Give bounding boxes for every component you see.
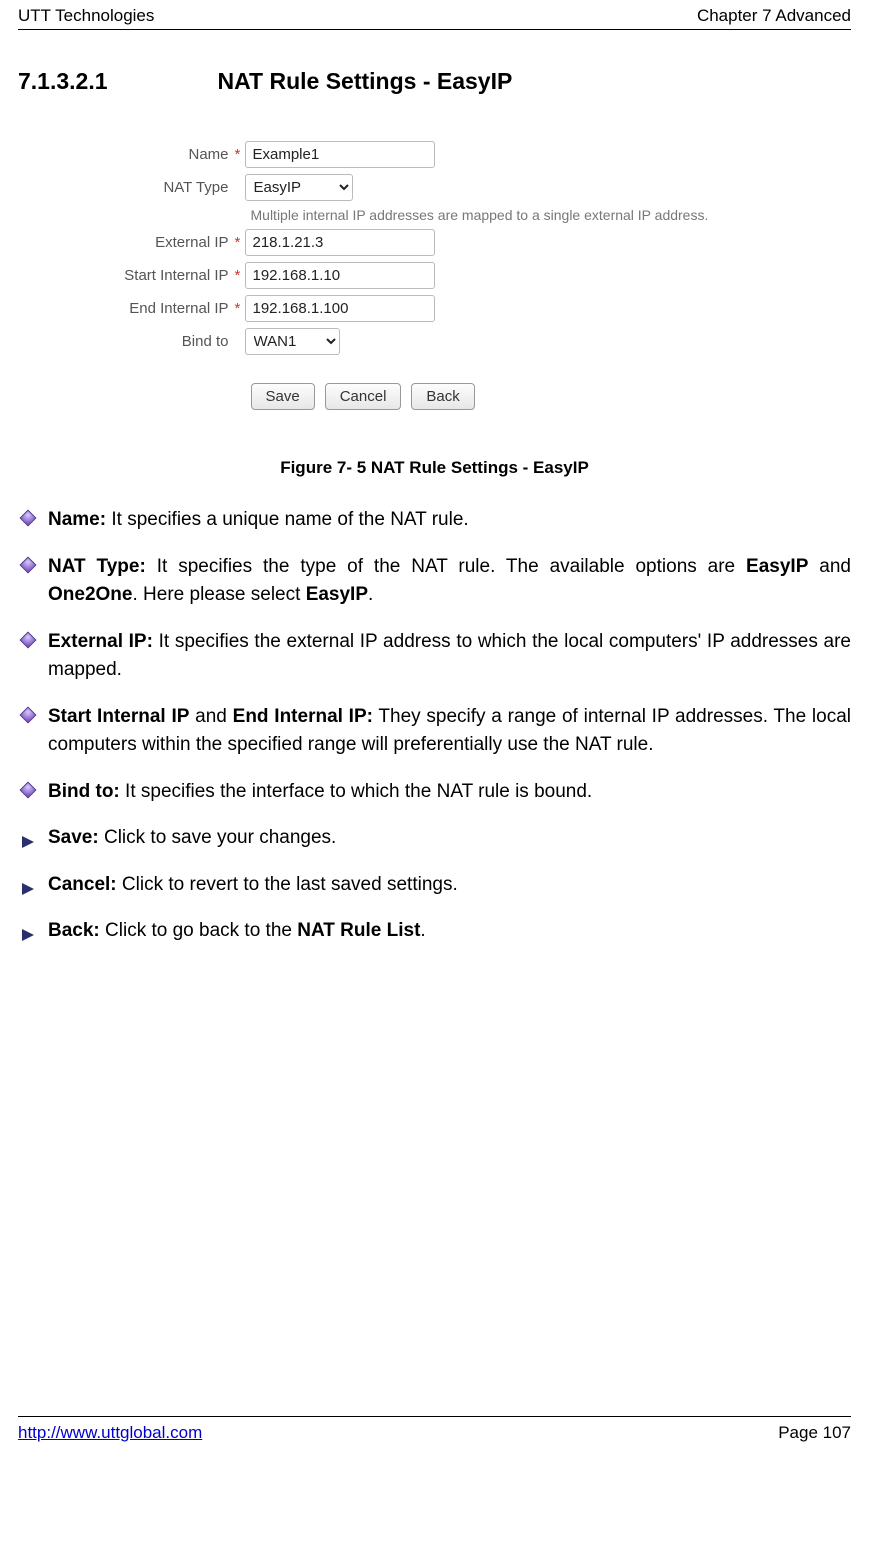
bullet-term: Back: [48,920,100,941]
list-item: Bind to: It specifies the interface to w… [22,778,851,807]
required-icon: * [235,267,245,284]
bullet-term: NAT Type: [48,556,146,577]
external-ip-input[interactable] [245,229,435,256]
bullet-text: Click to revert to the last saved settin… [117,874,458,895]
bullet-term: Cancel: [48,874,117,895]
required-icon: * [235,300,245,317]
bullet-text: It specifies the interface to which the … [120,781,592,802]
list-item: External IP: It specifies the external I… [22,628,851,685]
bullet-term: Save: [48,827,99,848]
section-number: 7.1.3.2.1 [18,68,108,95]
list-item: Name: It specifies a unique name of the … [22,506,851,535]
bullet-text: and [189,706,232,727]
bullet-text: It specifies a unique name of the NAT ru… [106,509,469,530]
page-footer: http://www.uttglobal.com Page 107 [18,1416,851,1449]
end-internal-ip-input[interactable] [245,295,435,322]
bullet-text: Click to go back to the [100,920,298,941]
diamond-icon [20,510,37,527]
diamond-icon [20,781,37,798]
end-internal-ip-label: End Internal IP [105,300,235,317]
external-ip-label: External IP [105,234,235,251]
bind-to-select[interactable]: WAN1 [245,328,340,355]
cancel-button[interactable]: Cancel [325,383,402,410]
page-number: Page 107 [778,1423,851,1443]
diamond-icon [20,556,37,573]
section-title: NAT Rule Settings - EasyIP [218,68,513,95]
footer-link[interactable]: http://www.uttglobal.com [18,1423,202,1443]
list-item: Cancel: Click to revert to the last save… [22,871,851,900]
back-button[interactable]: Back [411,383,474,410]
bullet-term: External IP: [48,631,153,652]
bullet-text: Click to save your changes. [99,827,337,848]
bullet-list: Name: It specifies a unique name of the … [18,506,851,946]
diamond-icon [20,631,37,648]
required-icon: * [235,234,245,251]
triangle-icon [22,929,34,941]
required-icon: * [235,146,245,163]
list-item: Start Internal IP and End Internal IP: T… [22,703,851,760]
bullet-term: Bind to: [48,781,120,802]
bullet-text: . [420,920,425,941]
nat-type-select[interactable]: EasyIP [245,174,353,201]
bullet-text: It specifies the external IP address to … [48,631,851,681]
triangle-icon [22,836,34,848]
bullet-text: . [368,584,373,605]
header-right: Chapter 7 Advanced [697,6,851,26]
button-row: Save Cancel Back [251,383,765,410]
bullet-text: and [808,556,851,577]
figure-caption: Figure 7- 5 NAT Rule Settings - EasyIP [18,458,851,478]
name-label: Name [105,146,235,163]
bullet-term: One2One [48,584,132,605]
start-internal-ip-input[interactable] [245,262,435,289]
list-item: Back: Click to go back to the NAT Rule L… [22,917,851,946]
page-header: UTT Technologies Chapter 7 Advanced [18,0,851,30]
bullet-term: Name: [48,509,106,530]
diamond-icon [20,706,37,723]
save-button[interactable]: Save [251,383,315,410]
bind-to-label: Bind to [105,333,235,350]
section-heading: 7.1.3.2.1 NAT Rule Settings - EasyIP [18,68,851,95]
list-item: Save: Click to save your changes. [22,824,851,853]
nat-rule-form: Name * NAT Type EasyIP Multiple internal… [105,125,765,434]
bullet-term: End Internal IP: [233,706,373,727]
start-internal-ip-label: Start Internal IP [105,267,235,284]
bullet-term: EasyIP [746,556,808,577]
nat-type-label: NAT Type [105,179,235,196]
triangle-icon [22,883,34,895]
bullet-text: . Here please select [132,584,305,605]
bullet-term: NAT Rule List [297,920,420,941]
helper-text: Multiple internal IP addresses are mappe… [251,207,765,223]
header-left: UTT Technologies [18,6,154,26]
bullet-term: Start Internal IP [48,706,189,727]
name-input[interactable] [245,141,435,168]
bullet-term: EasyIP [306,584,368,605]
bullet-text: It specifies the type of the NAT rule. T… [146,556,746,577]
list-item: NAT Type: It specifies the type of the N… [22,553,851,610]
